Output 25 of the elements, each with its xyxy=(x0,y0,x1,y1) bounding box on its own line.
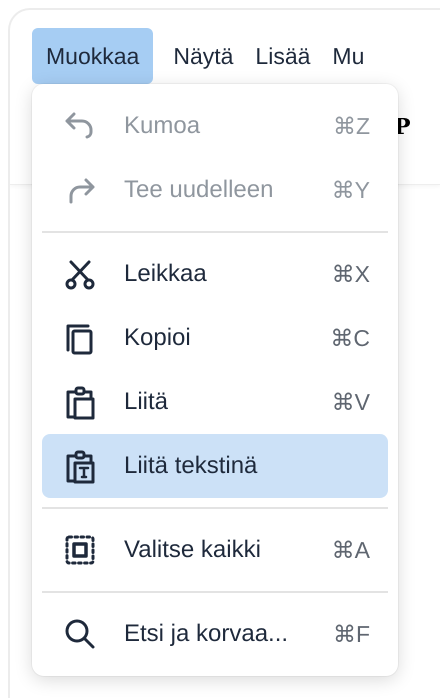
shortcut-text: ⌘A xyxy=(332,536,370,564)
menu-item-label: Liitä tekstinä xyxy=(124,452,258,480)
menu-bar-item[interactable]: Lisää xyxy=(253,28,312,84)
shortcut-text: ⌘F xyxy=(332,620,370,648)
shortcut-text: ⌘Z xyxy=(332,112,370,140)
menu-item-label: Tee uudelleen xyxy=(124,176,274,204)
menu-item[interactable]: Liitä tekstinä xyxy=(42,434,388,498)
menu-bar-item[interactable]: Mu xyxy=(330,28,366,84)
menu-item-label: Leikkaa xyxy=(124,260,208,288)
shortcut-text: ⌘Y xyxy=(332,176,370,204)
menu-item[interactable]: Liitä ⌘V xyxy=(42,370,388,434)
shortcut-text: ⌘V xyxy=(332,388,370,416)
shortcut-text: ⌘X xyxy=(332,260,370,288)
menu-item-label: Kumoa xyxy=(124,112,202,140)
menu-bar-item[interactable]: Muokkaa xyxy=(32,28,154,84)
menu-item-label: Etsi ja korvaa... xyxy=(124,620,290,648)
menu-bar-item[interactable]: Näytä xyxy=(171,28,236,84)
menu-item-label: Liitä xyxy=(124,388,170,416)
menu-item[interactable]: Valitse kaikki ⌘A xyxy=(42,518,388,582)
menu-item-label: Kopioi xyxy=(124,324,192,352)
shortcut-text: ⌘C xyxy=(330,324,370,352)
menu-item[interactable]: Leikkaa ⌘X xyxy=(42,242,388,306)
menu-item-label: Valitse kaikki xyxy=(124,536,262,564)
menu-item[interactable]: Etsi ja korvaa... ⌘F xyxy=(42,602,388,666)
menu-item[interactable]: Kopioi ⌘C xyxy=(42,306,388,370)
